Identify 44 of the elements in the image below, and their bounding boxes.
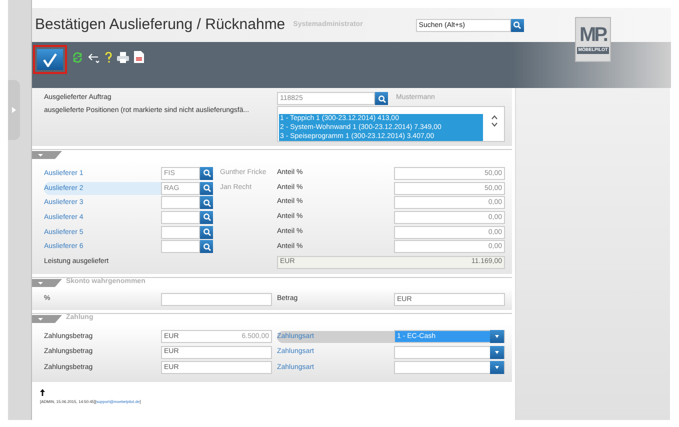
search-icon [513, 21, 522, 29]
discount-percent-field[interactable] [161, 293, 272, 306]
payment-type-dropdown[interactable] [394, 346, 505, 359]
search-icon [202, 228, 210, 236]
refresh-icon[interactable] [72, 52, 83, 62]
help-icon[interactable] [105, 52, 112, 62]
search-icon [202, 184, 210, 192]
caret-icon [495, 350, 499, 354]
checkmark-icon [43, 52, 57, 66]
dropdown-button[interactable] [490, 361, 504, 374]
search-icon [378, 94, 386, 102]
back-arrow-icon[interactable] [88, 52, 100, 62]
deliverer-code-field[interactable] [161, 240, 200, 254]
search-button[interactable] [375, 92, 388, 105]
up-arrow-icon[interactable] [40, 388, 45, 396]
scroll-up-icon[interactable] [491, 115, 498, 120]
search-icon [202, 198, 210, 207]
collapse-toggle-icon[interactable] [32, 314, 62, 323]
search-button[interactable] [200, 226, 213, 239]
printer-icon[interactable] [117, 52, 129, 62]
search-button[interactable] [510, 18, 524, 32]
caret-icon [495, 366, 499, 370]
search-button[interactable] [200, 166, 213, 180]
collapse-toggle-icon[interactable] [32, 278, 62, 287]
deliverer-code-field[interactable] [161, 196, 200, 210]
search-icon [202, 242, 210, 251]
search-icon [202, 169, 210, 178]
arrow-right-icon [12, 107, 16, 113]
search-button[interactable] [200, 240, 213, 254]
deliverer-code-field[interactable] [161, 210, 200, 224]
dropdown-button[interactable] [490, 330, 504, 344]
caret-icon [495, 335, 499, 338]
search-button[interactable] [200, 196, 213, 210]
window-title: Bestätigen Auslieferung / Rücknahme [35, 14, 286, 35]
search-button[interactable] [200, 210, 213, 224]
dropdown-button[interactable] [490, 346, 504, 359]
deliverer-code-field[interactable] [161, 226, 200, 239]
search-button[interactable] [200, 182, 213, 195]
payment-type-dropdown[interactable] [394, 361, 505, 374]
confirm-button[interactable] [33, 45, 67, 74]
collapse-toggle-icon[interactable] [32, 150, 62, 158]
document-icon[interactable] [134, 51, 144, 63]
search-icon [202, 213, 210, 222]
scroll-down-icon[interactable] [491, 122, 498, 127]
